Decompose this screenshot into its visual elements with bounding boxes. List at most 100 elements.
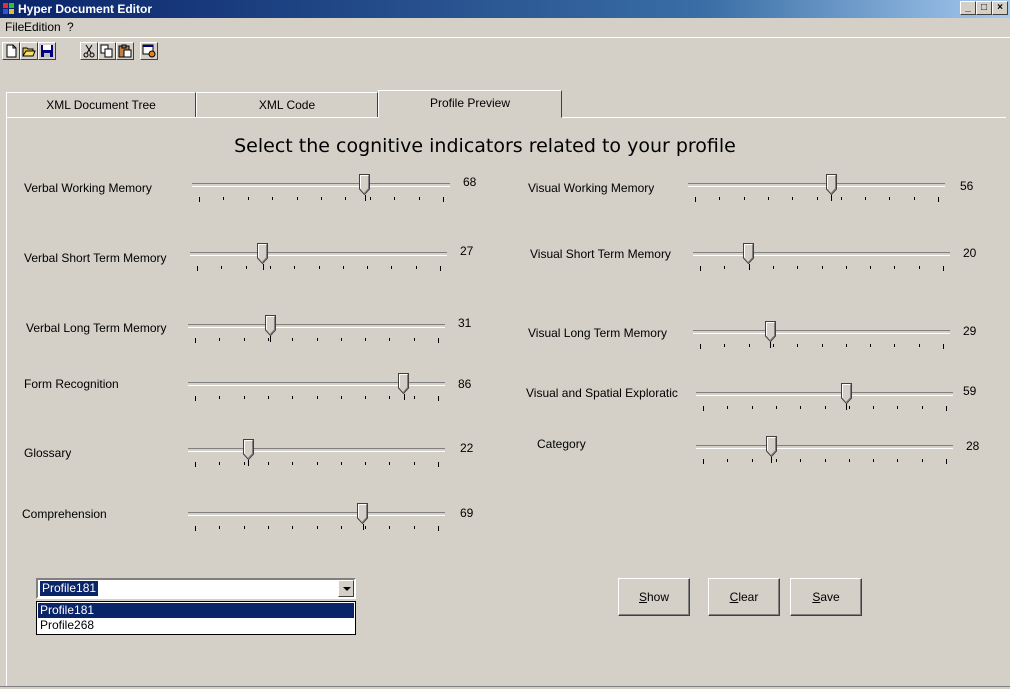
slider-thumb-category[interactable] — [765, 436, 777, 458]
title-bar[interactable]: Hyper Document Editor _ □ × — [0, 0, 1010, 18]
tick-mark — [292, 338, 294, 341]
slider-thumb-visual-working-memory[interactable] — [825, 174, 837, 196]
save-icon[interactable] — [38, 42, 56, 60]
list-item[interactable]: Profile181 — [38, 603, 354, 618]
slider-thumb-comprehension[interactable] — [357, 503, 369, 525]
tick-mark — [391, 266, 393, 269]
slider-ticks — [696, 404, 953, 412]
chevron-down-icon[interactable] — [338, 580, 354, 597]
maximize-button[interactable]: □ — [976, 1, 992, 15]
slider-value-glossary: 22 — [460, 441, 474, 455]
tick-mark — [775, 459, 777, 462]
slider-thumb-verbal-working-memory[interactable] — [359, 174, 371, 196]
tick-mark — [415, 266, 417, 269]
slider-ticks — [188, 336, 445, 344]
tick-mark — [267, 396, 269, 399]
open-folder-icon[interactable] — [20, 42, 38, 60]
copy-icon[interactable] — [98, 42, 116, 60]
tick-mark — [342, 266, 344, 269]
slider-track-visual-working-memory[interactable] — [688, 183, 945, 187]
tick-mark — [219, 526, 221, 529]
tick-mark — [292, 396, 294, 399]
tick-mark — [727, 459, 729, 462]
tick-mark — [340, 526, 342, 529]
toolbar — [0, 37, 1010, 69]
paste-icon[interactable] — [116, 42, 134, 60]
tick-mark — [751, 459, 753, 462]
app-icon — [3, 3, 15, 15]
preview-icon[interactable] — [140, 42, 158, 60]
tick-mark — [389, 396, 391, 399]
slider-thumb-visual-short-term-memory[interactable] — [743, 243, 755, 265]
tick-mark — [269, 266, 271, 269]
slider-thumb-visual-and-spatial-exploratic[interactable] — [840, 383, 852, 405]
tick-mark — [340, 396, 342, 399]
slider-label-verbal-working-memory: Verbal Working Memory — [24, 181, 152, 195]
slider-ticks — [688, 195, 945, 203]
slider-track-comprehension[interactable] — [188, 512, 445, 516]
tick-mark — [369, 197, 371, 200]
tick-mark — [197, 266, 198, 271]
tick-mark — [362, 524, 364, 530]
tick-mark — [292, 462, 294, 465]
profile-select-value: Profile181 — [40, 581, 99, 596]
tick-mark — [195, 338, 196, 343]
tick-mark — [748, 264, 750, 270]
tick-mark — [824, 459, 826, 462]
tick-mark — [897, 406, 899, 409]
slider-track-verbal-long-term-memory[interactable] — [188, 324, 445, 328]
save-button[interactable]: Save — [790, 578, 862, 616]
list-item[interactable]: Profile268 — [38, 618, 354, 633]
new-file-icon[interactable] — [2, 42, 20, 60]
tick-mark — [195, 526, 196, 531]
slider-thumb-verbal-long-term-memory[interactable] — [264, 315, 276, 337]
slider-thumb-visual-long-term-memory[interactable] — [764, 321, 776, 343]
profile-list: Profile181 Profile268 — [36, 601, 356, 635]
tab-xml-code[interactable]: XML Code — [196, 92, 378, 118]
show-button[interactable]: Show — [618, 578, 690, 616]
tick-mark — [894, 266, 896, 269]
close-button[interactable]: × — [992, 1, 1008, 15]
tab-profile-preview[interactable]: Profile Preview — [378, 90, 562, 118]
tick-mark — [221, 266, 223, 269]
cut-icon[interactable] — [80, 42, 98, 60]
tick-mark — [318, 266, 320, 269]
slider-track-verbal-working-memory[interactable] — [192, 183, 450, 187]
tick-mark — [438, 462, 439, 467]
slider-value-verbal-long-term-memory: 31 — [458, 316, 472, 330]
slider-track-category[interactable] — [696, 445, 953, 449]
tick-mark — [748, 344, 750, 347]
tick-mark — [938, 197, 939, 202]
tick-mark — [724, 344, 726, 347]
slider-track-glossary[interactable] — [188, 448, 445, 452]
slider-thumb-verbal-short-term-memory[interactable] — [257, 243, 269, 265]
slider-value-comprehension: 69 — [460, 506, 474, 520]
clear-label: lear — [738, 590, 759, 604]
tick-mark — [703, 459, 704, 464]
tick-mark — [727, 406, 729, 409]
slider-label-verbal-short-term-memory: Verbal Short Term Memory — [24, 251, 167, 265]
slider-ticks — [693, 342, 950, 350]
slider-ticks — [192, 195, 450, 203]
tick-mark — [195, 396, 196, 401]
tick-mark — [873, 459, 875, 462]
slider-track-visual-long-term-memory[interactable] — [693, 330, 950, 334]
slider-track-verbal-short-term-memory[interactable] — [190, 252, 447, 256]
tick-mark — [946, 459, 947, 464]
profile-select[interactable]: Profile181 — [36, 578, 356, 599]
tick-mark — [889, 197, 891, 200]
minimize-button[interactable]: _ — [960, 1, 976, 15]
slider-track-visual-short-term-memory[interactable] — [693, 252, 950, 256]
tick-mark — [199, 197, 200, 202]
menu-edition[interactable]: Edition — [21, 20, 64, 35]
slider-track-visual-and-spatial-exploratic[interactable] — [696, 392, 953, 396]
tab-xml-document-tree[interactable]: XML Document Tree — [6, 92, 196, 118]
tick-mark — [413, 462, 415, 465]
page-heading: Select the cognitive indicators related … — [234, 135, 736, 157]
slider-thumb-form-recognition[interactable] — [398, 373, 410, 395]
status-divider — [0, 686, 1010, 687]
tick-mark — [367, 266, 369, 269]
slider-thumb-glossary[interactable] — [242, 439, 254, 461]
menu-help[interactable]: ? — [64, 20, 77, 35]
clear-button[interactable]: Clear — [708, 578, 780, 616]
